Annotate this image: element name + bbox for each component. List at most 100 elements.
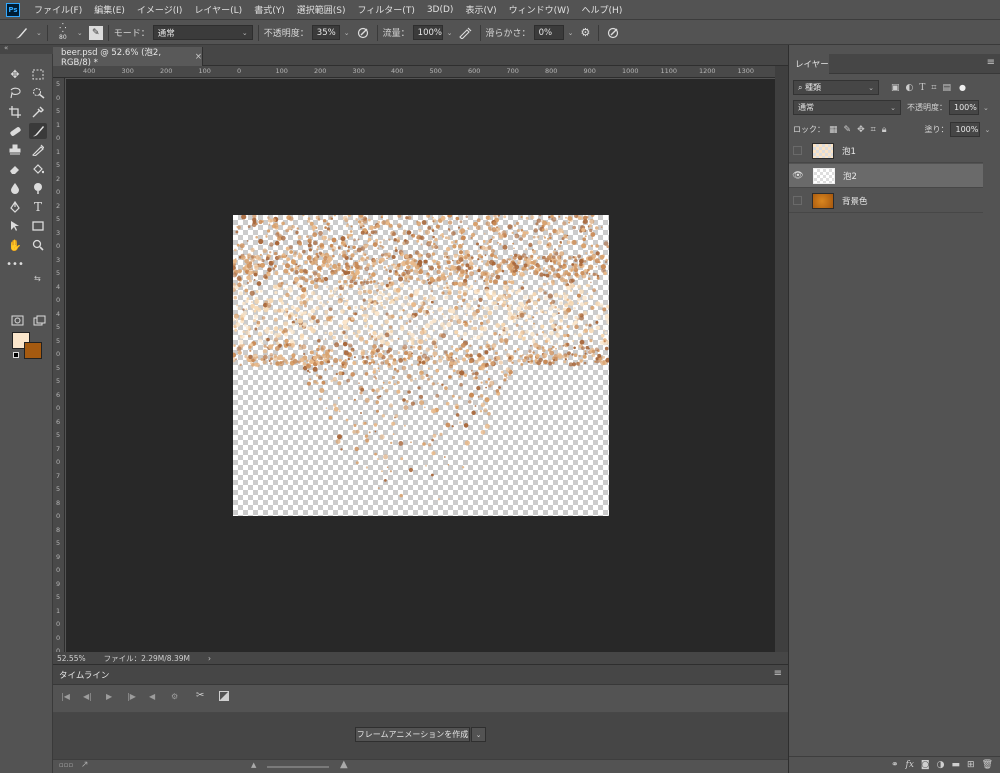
layer-visibility-toggle[interactable] xyxy=(793,196,802,205)
menu-image[interactable]: イメージ(I) xyxy=(131,3,189,16)
pen-tool-icon[interactable] xyxy=(6,199,24,215)
zoom-slider[interactable] xyxy=(267,766,329,768)
lock-transparent-icon[interactable]: ▦ xyxy=(829,125,838,135)
render-video-icon[interactable]: ↗ xyxy=(81,760,89,770)
screen-mode-icon[interactable] xyxy=(30,312,48,328)
rectangle-tool-icon[interactable] xyxy=(29,218,47,234)
menu-layer[interactable]: レイヤー(L) xyxy=(188,3,248,16)
horizontal-ruler[interactable]: 400 300 200 100 0 100 200 300 400 500 600 700 800 900… xyxy=(53,66,775,78)
link-icon[interactable]: ⚭ xyxy=(891,760,899,770)
type-tool-icon[interactable]: T xyxy=(29,199,47,215)
first-frame-icon[interactable]: |◀ xyxy=(61,692,70,701)
smoothing-slider-chevron-icon[interactable]: ⌄ xyxy=(568,29,574,37)
transition-icon[interactable] xyxy=(219,691,229,703)
default-colors-icon[interactable] xyxy=(13,352,19,358)
dodge-tool-icon[interactable] xyxy=(29,180,47,196)
background-color-swatch[interactable] xyxy=(24,342,42,359)
lock-paint-icon[interactable]: ✎ xyxy=(844,125,852,135)
layer-opacity-input[interactable]: 100% xyxy=(949,100,979,115)
status-menu-arrow-icon[interactable]: › xyxy=(208,654,211,663)
crop-tool-icon[interactable] xyxy=(6,104,24,120)
pixel-filter-icon[interactable]: ▣ xyxy=(891,83,900,93)
smart-object-filter-icon[interactable]: ▤ xyxy=(942,83,951,93)
more-tools-icon[interactable]: ••• xyxy=(6,256,24,272)
group-icon[interactable]: ▬ xyxy=(952,760,961,770)
move-tool-icon[interactable]: ✥ xyxy=(6,66,24,82)
vertical-scrollbar[interactable] xyxy=(775,66,788,652)
flow-input[interactable]: 100% xyxy=(412,25,443,40)
path-selection-tool-icon[interactable] xyxy=(6,218,24,234)
opacity-input[interactable]: 35% xyxy=(311,25,340,40)
brush-tool-icon[interactable] xyxy=(10,26,32,40)
filter-toggle-icon[interactable]: ● xyxy=(959,83,966,92)
pressure-size-icon[interactable] xyxy=(604,27,622,39)
quick-selection-tool-icon[interactable] xyxy=(29,85,47,101)
panel-menu-icon[interactable]: ≡ xyxy=(774,668,782,679)
zoom-out-icon[interactable]: ▲ xyxy=(251,761,256,769)
blend-mode-dropdown[interactable]: 通常 ⌄ xyxy=(793,100,901,115)
tool-preset-chevron-icon[interactable]: ⌄ xyxy=(36,29,42,37)
menu-window[interactable]: ウィンドウ(W) xyxy=(503,3,576,16)
lock-position-icon[interactable]: ✥ xyxy=(857,125,865,135)
zoom-in-icon[interactable]: ▲ xyxy=(340,759,348,770)
new-layer-icon[interactable]: ⊞ xyxy=(967,760,975,770)
scissors-icon[interactable]: ✂ xyxy=(196,690,204,701)
collapse-left-icon[interactable]: « xyxy=(4,44,8,52)
chevron-down-icon[interactable]: ⌄ xyxy=(984,126,990,134)
eye-icon[interactable]: 👁︎ xyxy=(789,171,807,181)
menu-edit[interactable]: 編集(E) xyxy=(88,3,131,16)
zoom-tool-icon[interactable] xyxy=(29,237,47,253)
brush-tool-icon[interactable] xyxy=(29,123,47,139)
menu-3d[interactable]: 3D(D) xyxy=(421,5,460,15)
layers-tab[interactable]: レイヤー xyxy=(789,54,829,74)
document-tab[interactable]: beer.psd @ 52.6% (泡2, RGB/8) * × xyxy=(53,47,203,68)
document-canvas[interactable] xyxy=(233,215,609,516)
menu-file[interactable]: ファイル(F) xyxy=(28,3,88,16)
healing-brush-tool-icon[interactable] xyxy=(6,123,24,139)
paint-bucket-tool-icon[interactable] xyxy=(29,161,47,177)
blur-tool-icon[interactable] xyxy=(6,180,24,196)
lasso-tool-icon[interactable] xyxy=(6,85,24,101)
eyedropper-tool-icon[interactable] xyxy=(29,104,47,120)
photoshop-logo[interactable]: Ps xyxy=(6,2,20,17)
close-icon[interactable]: × xyxy=(195,52,202,62)
mask-icon[interactable]: ◙ xyxy=(921,760,930,770)
brush-preset-picker[interactable]: ⁛ 80 xyxy=(53,24,73,41)
flow-slider-chevron-icon[interactable]: ⌄ xyxy=(447,29,453,37)
fx-icon[interactable]: fx xyxy=(905,760,913,770)
fill-input[interactable]: 100% xyxy=(950,122,981,137)
convert-frames-icon[interactable]: ▫▫▫ xyxy=(59,761,73,769)
layer-filter-dropdown[interactable]: ⌕ 種類 ⌄ xyxy=(793,80,879,95)
audio-icon[interactable]: ◀ xyxy=(149,692,155,701)
previous-frame-icon[interactable]: ◀| xyxy=(83,692,92,701)
lock-all-icon[interactable]: 🔒︎ xyxy=(882,125,887,135)
menu-view[interactable]: 表示(V) xyxy=(459,3,502,16)
adjustment-filter-icon[interactable]: ◐ xyxy=(906,83,914,93)
lock-artboard-icon[interactable]: ⌗ xyxy=(871,125,876,135)
next-frame-icon[interactable]: |▶ xyxy=(127,692,136,701)
adjustment-icon[interactable]: ◑ xyxy=(937,760,945,770)
pressure-opacity-icon[interactable] xyxy=(354,27,372,39)
clone-stamp-tool-icon[interactable] xyxy=(6,142,24,158)
menu-select[interactable]: 選択範囲(S) xyxy=(291,3,352,16)
airbrush-icon[interactable] xyxy=(457,27,475,39)
menu-filter[interactable]: フィルター(T) xyxy=(351,3,420,16)
chevron-down-icon[interactable]: ⌄ xyxy=(983,104,989,112)
history-brush-tool-icon[interactable] xyxy=(29,142,47,158)
brush-settings-panel-icon[interactable]: ✎ xyxy=(88,25,103,40)
zoom-level[interactable]: 52.55% xyxy=(57,654,86,663)
shape-filter-icon[interactable]: ⌗ xyxy=(931,83,936,93)
quick-mask-icon[interactable] xyxy=(8,312,26,328)
opacity-slider-chevron-icon[interactable]: ⌄ xyxy=(344,29,350,37)
type-filter-icon[interactable]: T xyxy=(919,83,925,93)
swap-colors-icon[interactable]: ⇆ xyxy=(34,274,41,283)
play-icon[interactable]: ▶ xyxy=(106,692,112,701)
brush-preset-chevron-icon[interactable]: ⌄ xyxy=(77,29,83,37)
layer-visibility-toggle[interactable] xyxy=(793,146,802,155)
trash-icon[interactable]: 🗑︎ xyxy=(982,760,993,770)
gear-icon[interactable]: ⚙ xyxy=(577,26,593,39)
vertical-ruler[interactable]: 5051015202530354045505560657075808590951… xyxy=(53,78,65,652)
settings-gear-icon[interactable]: ⚙ xyxy=(171,692,178,701)
chevron-down-icon[interactable]: ⌄ xyxy=(471,727,486,742)
timeline-title[interactable]: タイムライン xyxy=(59,669,109,681)
